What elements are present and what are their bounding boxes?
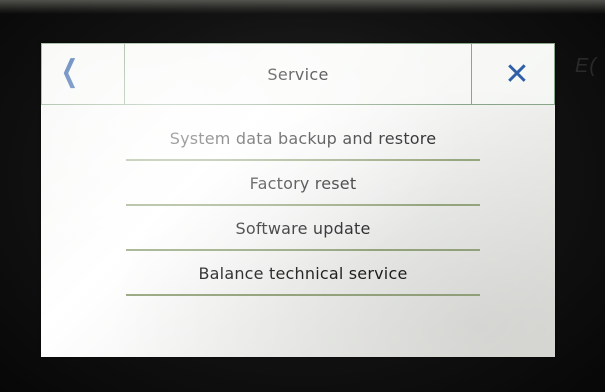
- back-button[interactable]: ❮: [41, 43, 125, 105]
- device-frame: E( ❮ Service ✕ System data backup and re…: [0, 0, 605, 392]
- close-icon: ✕: [504, 56, 530, 92]
- touch-screen: ❮ Service ✕ System data backup and resto…: [41, 43, 555, 357]
- title-bar: Service: [125, 43, 471, 105]
- bezel-logo: E(: [575, 55, 597, 77]
- page-title: Service: [267, 64, 329, 84]
- menu-item-balance-technical-service[interactable]: Balance technical service: [126, 252, 480, 296]
- bezel-edge: [0, 0, 605, 14]
- menu-item-factory-reset[interactable]: Factory reset: [126, 162, 480, 206]
- chevron-left-icon: ❮: [61, 53, 79, 89]
- menu-item-system-data-backup[interactable]: System data backup and restore: [126, 117, 480, 161]
- header-bar: ❮ Service ✕: [41, 43, 555, 105]
- menu-item-software-update[interactable]: Software update: [126, 207, 480, 251]
- close-button[interactable]: ✕: [471, 43, 555, 105]
